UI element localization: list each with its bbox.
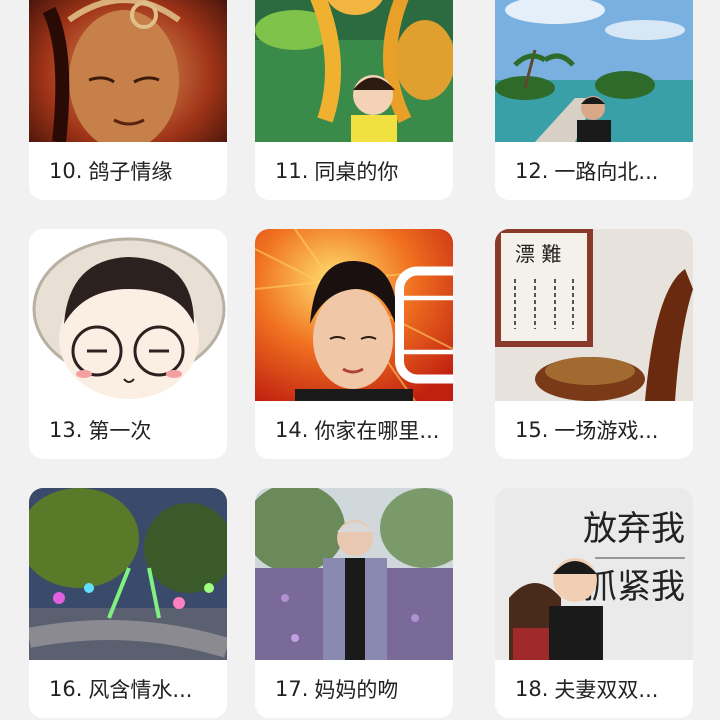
- card-title-12: 12. 一路向北...: [515, 142, 679, 200]
- track-number: 15.: [515, 418, 549, 442]
- track-number: 10.: [49, 159, 83, 183]
- mv-badge: MV: [395, 239, 453, 384]
- track-title: 鸽子情缘: [88, 160, 173, 184]
- playlist-card-12[interactable]: 12. 一路向北...: [495, 0, 693, 200]
- track-title: 你家在哪里...: [314, 419, 439, 443]
- mv-label: MV: [450, 297, 453, 355]
- track-number: 17.: [275, 677, 309, 701]
- card-title-17: 17. 妈妈的吻: [275, 660, 439, 718]
- track-number: 11.: [275, 159, 309, 183]
- thumbnail-14: MV: [255, 229, 453, 401]
- thumbnail-12: [495, 0, 693, 142]
- card-title-16: 16. 风含情水...: [49, 660, 213, 718]
- card-title-10: 10. 鸽子情缘: [49, 142, 213, 200]
- playlist-card-15[interactable]: 漂 難 15. 一场游戏...: [495, 229, 693, 459]
- playlist-card-16[interactable]: 16. 风含情水...: [29, 488, 227, 718]
- track-number: 16.: [49, 677, 83, 701]
- track-title: 夫妻双双...: [554, 678, 659, 702]
- thumbnail-17: [255, 488, 453, 660]
- calligraphy-text: 漂 難: [515, 242, 561, 266]
- card-title-11: 11. 同桌的你: [275, 142, 439, 200]
- track-title: 同桌的你: [314, 160, 399, 184]
- track-title: 风含情水...: [88, 678, 193, 702]
- track-number: 13.: [49, 418, 83, 442]
- playlist-card-10[interactable]: 10. 鸽子情缘: [29, 0, 227, 200]
- playlist-card-18[interactable]: 放弃我 抓紧我 18. 夫妻双双...: [495, 488, 693, 718]
- poster-title-line-2: 抓紧我: [583, 567, 685, 607]
- thumbnail-15: 漂 難: [495, 229, 693, 401]
- track-title: 一路向北...: [554, 160, 659, 184]
- playlist-card-11[interactable]: 11. 同桌的你: [255, 0, 453, 200]
- track-number: 18.: [515, 677, 549, 701]
- track-number: 14.: [275, 418, 309, 442]
- thumbnail-10: [29, 0, 227, 142]
- card-title-14: 14. 你家在哪里...: [275, 401, 439, 459]
- card-title-18: 18. 夫妻双双...: [515, 660, 679, 718]
- thumbnail-11: [255, 0, 453, 142]
- poster-title-line-1: 放弃我: [583, 509, 685, 549]
- card-title-13: 13. 第一次: [49, 401, 213, 459]
- track-title: 妈妈的吻: [314, 678, 399, 702]
- track-title: 第一次: [88, 419, 152, 443]
- track-number: 12.: [515, 159, 549, 183]
- thumbnail-18: 放弃我 抓紧我: [495, 488, 693, 660]
- card-title-15: 15. 一场游戏...: [515, 401, 679, 459]
- thumbnail-16: [29, 488, 227, 660]
- playlist-card-13[interactable]: 13. 第一次: [29, 229, 227, 459]
- playlist-card-17[interactable]: 17. 妈妈的吻: [255, 488, 453, 718]
- thumbnail-13: [29, 229, 227, 401]
- playlist-card-14[interactable]: MV 14. 你家在哪里...: [255, 229, 453, 459]
- track-title: 一场游戏...: [554, 419, 659, 443]
